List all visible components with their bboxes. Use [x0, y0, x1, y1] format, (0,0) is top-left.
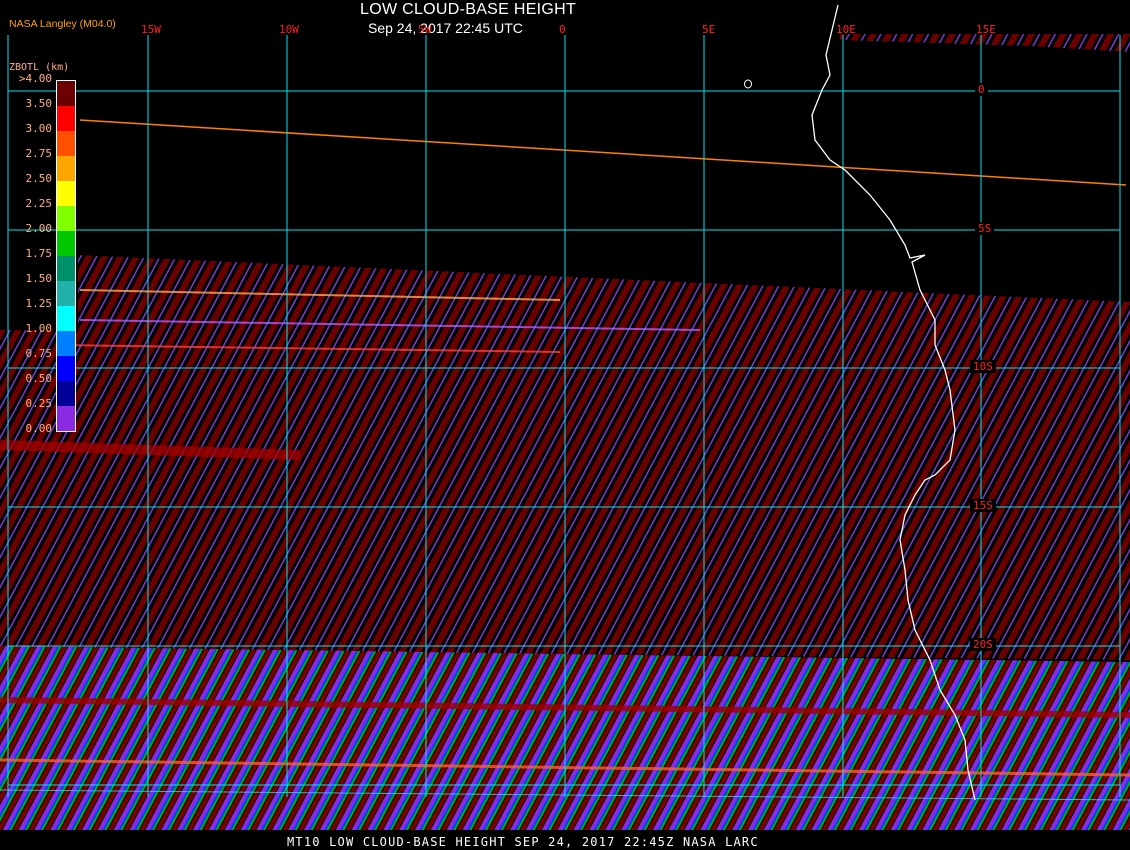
legend-colorbar — [56, 80, 76, 432]
map-title: LOW CLOUD-BASE HEIGHT — [360, 1, 577, 18]
legend-label: 0.25 — [25, 397, 53, 410]
legend-swatch — [57, 156, 75, 181]
legend-label: 0.75 — [25, 347, 53, 360]
legend-swatch — [57, 206, 75, 231]
legend-swatch — [57, 81, 75, 106]
legend-swatch — [57, 256, 75, 281]
legend-swatch — [57, 131, 75, 156]
lat-label-20s: 20S — [970, 638, 996, 651]
lat-label-0: 0 — [975, 83, 988, 96]
legend-label: 2.50 — [25, 172, 53, 185]
legend-label: 1.25 — [25, 297, 53, 310]
lon-label-15w: 15W — [141, 23, 161, 36]
lat-label-10s: 10S — [970, 360, 996, 373]
lon-label-5e: 5E — [702, 23, 716, 36]
legend-label: 2.75 — [25, 147, 53, 160]
lon-label-10w: 10W — [279, 23, 299, 36]
lat-label-15s: 15S — [970, 499, 996, 512]
legend-swatch — [57, 331, 75, 356]
legend-swatch — [57, 306, 75, 331]
cloud-region-north-strip — [840, 34, 1130, 52]
legend-swatch — [57, 281, 75, 306]
footer-caption: MT10 LOW CLOUD-BASE HEIGHT SEP 24, 2017 … — [287, 835, 759, 849]
legend-swatch — [57, 106, 75, 131]
scan-line — [79, 119, 1127, 186]
legend-swatch — [57, 381, 75, 406]
legend-label: 3.50 — [25, 97, 53, 110]
satellite-map — [0, 4, 1130, 830]
legend-label: 1.00 — [25, 322, 53, 335]
credit-label: NASA Langley (M04.0) — [9, 18, 116, 30]
legend-swatch — [57, 406, 75, 431]
legend-label: 0.00 — [25, 422, 53, 435]
legend-label: 3.00 — [25, 122, 53, 135]
legend-swatch — [57, 356, 75, 381]
legend-label: 1.50 — [25, 272, 53, 285]
legend-swatch — [57, 231, 75, 256]
island-bioko — [744, 79, 752, 89]
lon-label-15e: 15E — [976, 23, 996, 36]
legend-label: 1.75 — [25, 247, 53, 260]
lon-label-5w: 5W — [418, 23, 432, 36]
lat-label-5s: 5S — [975, 222, 995, 235]
lon-label-0: 0 — [559, 23, 566, 36]
legend-label: >4.00 — [18, 72, 52, 85]
legend-label: 2.00 — [25, 222, 53, 235]
legend-label: 0.50 — [25, 372, 53, 385]
legend-label: 2.25 — [25, 197, 53, 210]
lon-label-10e: 10E — [836, 23, 856, 36]
map-datetime: Sep 24, 2017 22:45 UTC — [368, 20, 523, 36]
legend-swatch — [57, 181, 75, 206]
